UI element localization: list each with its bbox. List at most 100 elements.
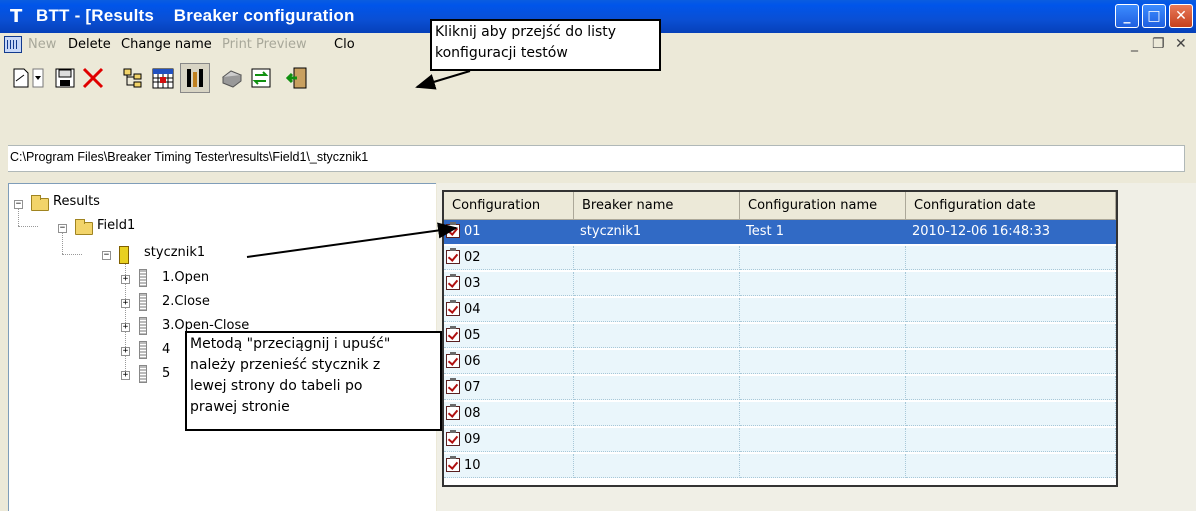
configuration-table[interactable]: Configuration Breaker name Configuration… <box>442 190 1118 487</box>
checklist-icon <box>446 300 460 316</box>
table-cell-breaker-name[interactable] <box>574 402 740 426</box>
menu-change-name[interactable]: Change name <box>121 37 212 52</box>
table-cell-configuration-name[interactable] <box>740 246 906 270</box>
path-field[interactable]: C:\Program Files\Breaker Timing Tester\r… <box>7 145 1185 172</box>
maximize-button[interactable]: □ <box>1142 4 1166 28</box>
table-cell-breaker-name[interactable] <box>574 376 740 400</box>
table-cell-configuration-date[interactable] <box>906 402 1116 426</box>
table-cell-configuration-date[interactable] <box>906 272 1116 296</box>
table-row[interactable]: 09 <box>444 428 1116 452</box>
table-cell-configuration-name[interactable] <box>740 402 906 426</box>
table-cell-configuration-date[interactable]: 2010-12-06 16:48:33 <box>906 220 1116 244</box>
cell-text: 01 <box>464 224 481 239</box>
table-row[interactable]: 03 <box>444 272 1116 296</box>
column-header-configuration-date[interactable]: Configuration date <box>906 192 1116 220</box>
table-cell-breaker-name[interactable] <box>574 246 740 270</box>
column-header-configuration[interactable]: Configuration <box>444 192 574 220</box>
test-icon <box>139 341 147 359</box>
close-button[interactable]: ✕ <box>1169 4 1193 28</box>
cell-text: Test 1 <box>746 224 785 239</box>
column-header-breaker-name[interactable]: Breaker name <box>574 192 740 220</box>
menu-delete[interactable]: Delete <box>68 37 111 52</box>
print-icon[interactable] <box>218 65 244 91</box>
table-cell-configuration[interactable]: 09 <box>444 428 574 452</box>
table-row[interactable]: 10 <box>444 454 1116 478</box>
calendar-icon[interactable] <box>150 65 176 91</box>
table-cell-configuration[interactable]: 06 <box>444 350 574 374</box>
table-cell-configuration-date[interactable] <box>906 298 1116 322</box>
table-cell-breaker-name[interactable] <box>574 350 740 374</box>
table-cell-configuration[interactable]: 10 <box>444 454 574 478</box>
mdi-minimize-button[interactable]: _ <box>1131 36 1138 52</box>
table-cell-configuration-name[interactable] <box>740 350 906 374</box>
table-row[interactable]: 08 <box>444 402 1116 426</box>
mdi-restore-button[interactable]: ❐ <box>1152 36 1165 52</box>
table-cell-configuration[interactable]: 01 <box>444 220 574 244</box>
table-row[interactable]: 04 <box>444 298 1116 322</box>
table-cell-configuration-name[interactable] <box>740 428 906 452</box>
table-cell-configuration[interactable]: 05 <box>444 324 574 348</box>
menu-new[interactable]: New <box>28 37 56 52</box>
minimize-button[interactable]: _ <box>1115 4 1139 28</box>
delete-icon[interactable] <box>80 65 106 91</box>
left-edge <box>0 99 8 511</box>
cell-text: 2010-12-06 16:48:33 <box>912 224 1051 239</box>
table-cell-configuration-name[interactable] <box>740 272 906 296</box>
cell-text: 09 <box>464 432 481 447</box>
menu-close[interactable]: Clo <box>334 37 355 52</box>
dropdown-arrow-icon[interactable] <box>30 65 46 91</box>
table-cell-configuration-name[interactable] <box>740 376 906 400</box>
table-cell-configuration[interactable]: 02 <box>444 246 574 270</box>
mdi-close-button[interactable]: ✕ <box>1175 36 1187 52</box>
checklist-icon <box>446 404 460 420</box>
window-title: BTT - [Results Breaker configuration <box>36 6 355 25</box>
cell-text: 07 <box>464 380 481 395</box>
menu-print-preview[interactable]: Print Preview <box>222 37 307 52</box>
table-cell-breaker-name[interactable] <box>574 324 740 348</box>
table-cell-breaker-name[interactable] <box>574 298 740 322</box>
folder-open-icon <box>31 195 49 211</box>
table-cell-configuration-date[interactable] <box>906 350 1116 374</box>
table-cell-configuration-name[interactable]: Test 1 <box>740 220 906 244</box>
table-cell-configuration-name[interactable] <box>740 298 906 322</box>
checklist-icon <box>446 248 460 264</box>
cell-text: 04 <box>464 302 481 317</box>
table-cell-breaker-name[interactable] <box>574 272 740 296</box>
table-cell-configuration-date[interactable] <box>906 428 1116 452</box>
table-cell-breaker-name[interactable] <box>574 428 740 452</box>
tree-view-icon[interactable] <box>120 65 146 91</box>
table-cell-configuration[interactable]: 07 <box>444 376 574 400</box>
table-row[interactable]: 01 stycznik1 Test 1 2010-12-06 16:48:33 <box>444 220 1116 244</box>
column-header-configuration-name[interactable]: Configuration name <box>740 192 906 220</box>
test-icon <box>139 293 147 311</box>
table-cell-configuration[interactable]: 03 <box>444 272 574 296</box>
table-row[interactable]: 06 <box>444 350 1116 374</box>
table-cell-configuration[interactable]: 04 <box>444 298 574 322</box>
table-cell-configuration-date[interactable] <box>906 246 1116 270</box>
document-menu-icon[interactable] <box>4 36 22 53</box>
cell-text: stycznik1 <box>580 224 642 239</box>
table-row[interactable]: 07 <box>444 376 1116 400</box>
exit-icon[interactable] <box>284 65 310 91</box>
export-icon[interactable] <box>248 65 274 91</box>
table-cell-breaker-name[interactable]: stycznik1 <box>574 220 740 244</box>
table-cell-configuration-date[interactable] <box>906 454 1116 478</box>
checklist-icon <box>446 352 460 368</box>
table-cell-breaker-name[interactable] <box>574 454 740 478</box>
cell-text: 08 <box>464 406 481 421</box>
configuration-icon[interactable] <box>180 63 210 93</box>
table-cell-configuration-name[interactable] <box>740 454 906 478</box>
save-icon[interactable] <box>52 65 78 91</box>
table-cell-configuration-date[interactable] <box>906 376 1116 400</box>
cell-text: 10 <box>464 458 481 473</box>
table-cell-configuration-name[interactable] <box>740 324 906 348</box>
callout-bottom: Metodą "przeciągnij i upuść" należy prze… <box>185 331 442 431</box>
table-row[interactable]: 05 <box>444 324 1116 348</box>
table-cell-configuration[interactable]: 08 <box>444 402 574 426</box>
test-icon <box>139 365 147 383</box>
checklist-icon <box>446 430 460 446</box>
table-row[interactable]: 02 <box>444 246 1116 270</box>
breaker-icon <box>119 246 129 264</box>
test-icon <box>139 317 147 335</box>
table-cell-configuration-date[interactable] <box>906 324 1116 348</box>
